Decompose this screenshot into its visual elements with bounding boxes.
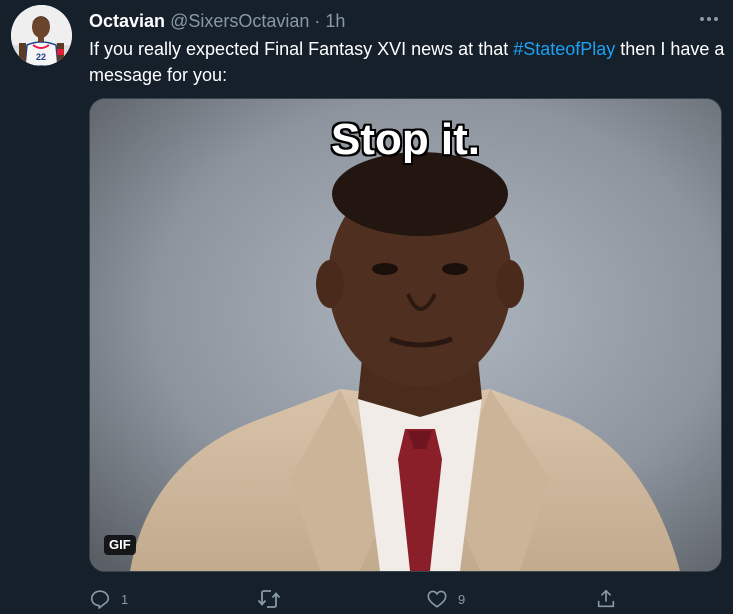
gif-media[interactable]: Stop it. GIF — [89, 98, 722, 572]
reply-icon — [89, 588, 111, 610]
avatar[interactable]: 22 — [11, 5, 72, 66]
heart-icon — [426, 588, 448, 610]
tweet[interactable]: 22 Octavian @SixersOctavian · 1h If you … — [0, 0, 733, 614]
retweet-icon — [257, 588, 281, 610]
share-button[interactable] — [595, 585, 617, 613]
hashtag-link[interactable]: #StateofPlay — [513, 39, 615, 59]
reply-count: 1 — [121, 591, 129, 607]
tweet-header: Octavian @SixersOctavian · 1h — [89, 10, 345, 32]
like-count: 9 — [458, 591, 466, 607]
action-bar: 1 9 — [89, 585, 725, 613]
separator-dot: · — [314, 11, 321, 31]
gif-caption: Stop it. — [330, 115, 481, 164]
like-button[interactable]: 9 — [426, 585, 465, 613]
jersey-number: 22 — [36, 52, 46, 62]
reply-button[interactable]: 1 — [89, 585, 128, 613]
author-handle[interactable]: @SixersOctavian — [170, 11, 309, 31]
gif-badge: GIF — [104, 535, 136, 555]
author-name[interactable]: Octavian — [89, 11, 165, 31]
tweet-text-before: If you really expected Final Fantasy XVI… — [89, 39, 514, 59]
gif-frame — [90, 99, 721, 571]
share-icon — [595, 588, 617, 610]
more-horizontal-icon[interactable] — [695, 10, 723, 28]
tweet-text: If you really expected Final Fantasy XVI… — [89, 36, 725, 88]
timestamp[interactable]: 1h — [325, 11, 345, 31]
retweet-button[interactable] — [257, 585, 291, 613]
